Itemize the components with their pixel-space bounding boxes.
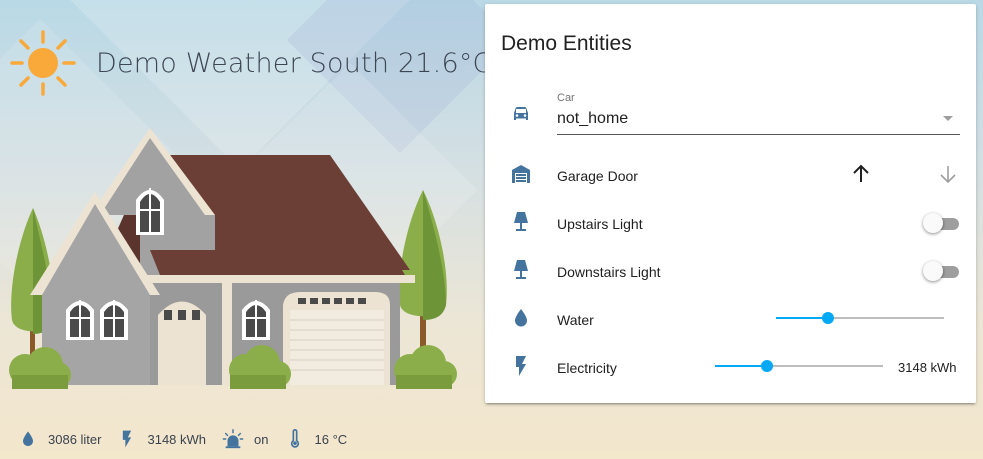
chevron-down-icon[interactable]: [943, 116, 953, 121]
status-alarm[interactable]: on: [222, 428, 269, 450]
status-temperature[interactable]: 16 °C: [285, 429, 348, 449]
car-select-label: Car: [557, 92, 575, 104]
thermometer-icon: [290, 429, 299, 448]
status-water-text: 3086 liter: [48, 431, 102, 447]
water-slider[interactable]: [776, 310, 944, 326]
alarm-light-icon: [222, 429, 244, 449]
upstairs-light-toggle[interactable]: [923, 212, 961, 234]
electricity-label: Electricity: [557, 360, 617, 376]
car-select-underline: [557, 134, 960, 135]
arrow-up-icon[interactable]: [849, 162, 873, 186]
lamp-icon: [514, 212, 528, 231]
water-drop-icon: [515, 309, 527, 327]
car-icon: [514, 107, 528, 120]
electricity-slider-thumb[interactable]: [761, 360, 774, 372]
water-slider-thumb[interactable]: [822, 312, 835, 324]
house-illustration: [9, 128, 457, 389]
electricity-value: 3148 kWh: [898, 360, 957, 375]
electricity-slider[interactable]: [715, 358, 883, 374]
status-bar: 3086 liter 3148 kWh on 16 °C: [18, 426, 363, 452]
weather-title: Demo Weather South 21.6°C: [96, 47, 492, 79]
garage-icon: [512, 165, 530, 183]
downstairs-light-label: Downstairs Light: [557, 264, 661, 280]
entities-card: Demo Entities Car not_home Garage Door U…: [485, 4, 976, 403]
garage-door-label: Garage Door: [557, 168, 638, 184]
downstairs-light-row: Downstairs Light: [485, 256, 976, 296]
sun-icon: [10, 30, 76, 96]
upstairs-light-row: Upstairs Light: [485, 208, 976, 248]
car-row[interactable]: Car not_home: [485, 92, 976, 142]
status-water[interactable]: 3086 liter: [18, 429, 101, 449]
arrow-down-icon[interactable]: [936, 162, 960, 186]
status-alarm-text: on: [254, 431, 269, 447]
water-row: Water: [485, 304, 976, 344]
flash-icon: [123, 430, 132, 448]
card-title: Demo Entities: [501, 32, 632, 55]
flash-icon: [516, 356, 526, 376]
lamp-icon: [514, 260, 528, 279]
status-electricity-text: 3148 kWh: [147, 431, 207, 447]
water-drop-icon: [23, 431, 33, 447]
status-temperature-text: 16 °C: [314, 431, 348, 447]
downstairs-light-toggle[interactable]: [923, 260, 961, 282]
weather-header[interactable]: Demo Weather South 21.6°C: [10, 28, 492, 98]
car-select-value[interactable]: not_home: [557, 110, 628, 128]
garage-door-row: Garage Door: [485, 160, 976, 200]
upstairs-light-label: Upstairs Light: [557, 216, 643, 232]
electricity-row: Electricity 3148 kWh: [485, 352, 976, 392]
water-label: Water: [557, 312, 594, 328]
status-electricity[interactable]: 3148 kWh: [117, 429, 206, 449]
